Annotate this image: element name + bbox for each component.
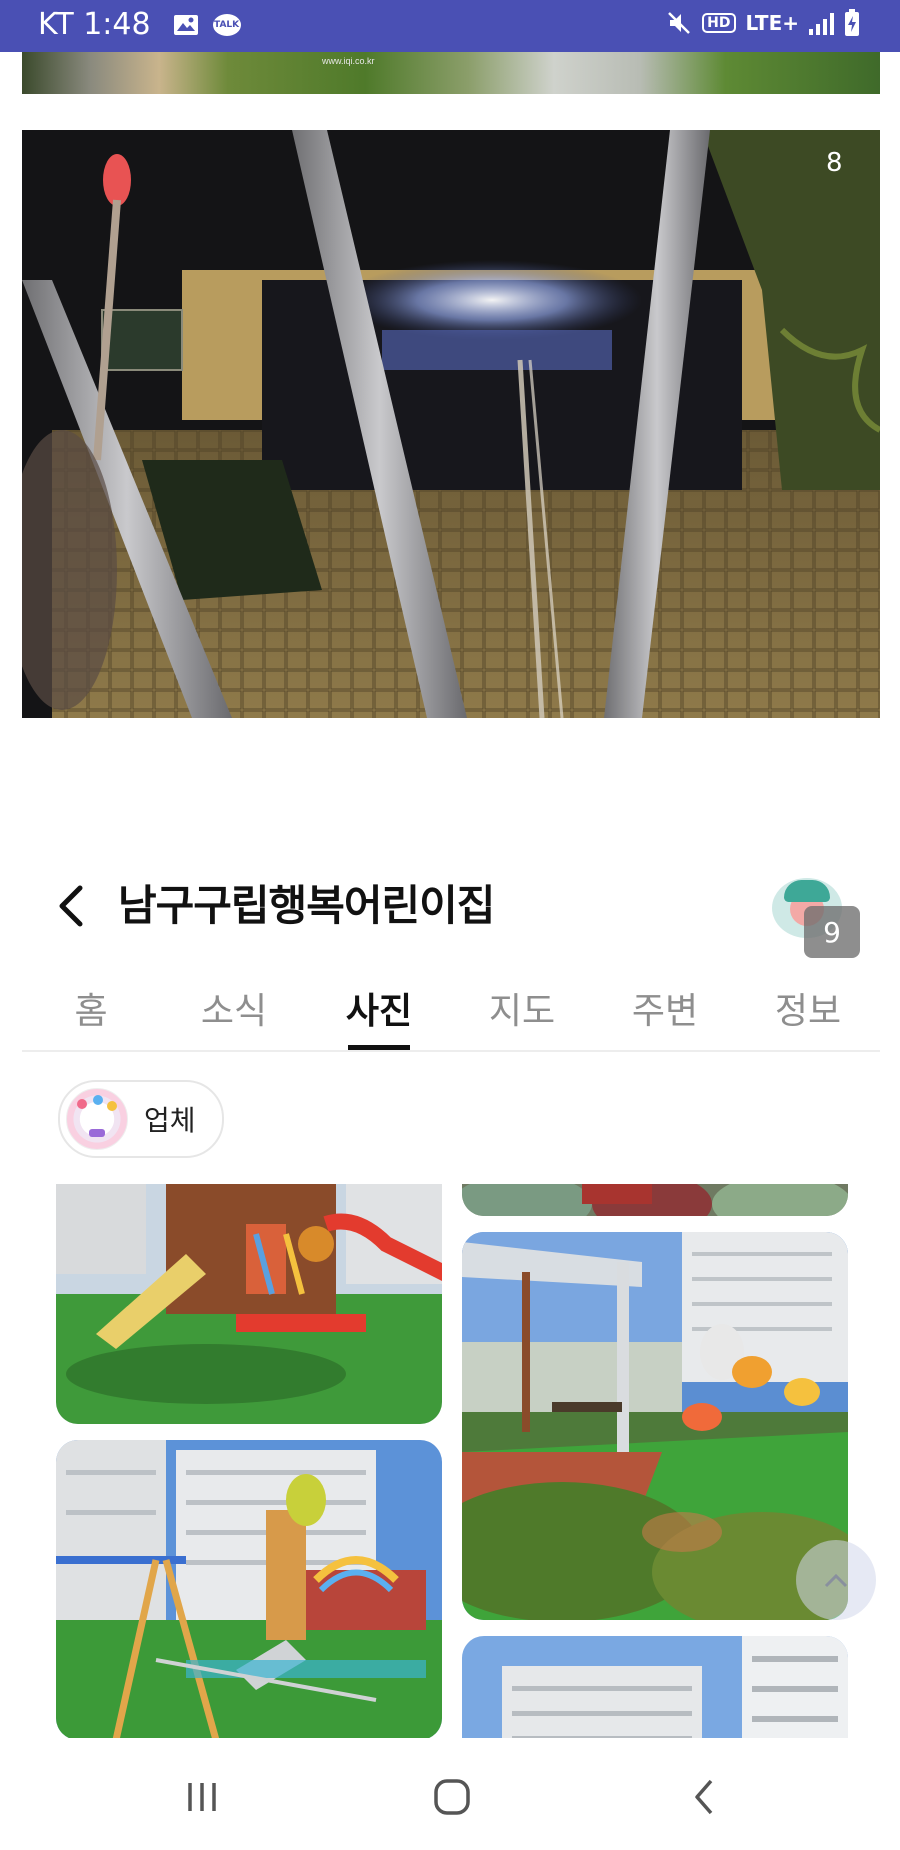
tab-map[interactable]: 지도 — [467, 982, 577, 1034]
tab-info[interactable]: 정보 — [753, 982, 863, 1034]
night-photo[interactable]: 8 — [22, 130, 880, 718]
carrier-time: KT 1:48 — [38, 7, 151, 42]
playground-swings-image — [56, 1440, 442, 1738]
tab-bar: 홈 소식 사진 지도 주변 정보 — [22, 968, 880, 1052]
scroll-top-button[interactable] — [796, 1540, 876, 1620]
home-icon — [434, 1779, 470, 1815]
lte-indicator: LTE+ — [745, 11, 800, 35]
recent-apps-button[interactable] — [172, 1774, 232, 1820]
mute-icon — [668, 12, 691, 34]
gallery-photo-playground-1[interactable] — [56, 1184, 442, 1424]
building-image — [462, 1636, 848, 1738]
avatar-hair — [784, 880, 830, 902]
page-title: 남구구립행복어린이집 — [118, 882, 495, 929]
filter-chip-business[interactable]: 업체 — [58, 1080, 224, 1158]
image-icon — [173, 14, 198, 35]
tab-home[interactable]: 홈 — [36, 982, 146, 1034]
garden-photo[interactable]: www.iqi.co.kr — [22, 52, 880, 94]
photo-gallery — [22, 1184, 880, 1738]
active-tab-indicator — [348, 1045, 410, 1050]
photo-counter: 8 — [826, 148, 843, 178]
playground-image — [56, 1184, 442, 1424]
tab-news[interactable]: 소식 — [179, 982, 289, 1034]
pergola-image — [462, 1232, 848, 1620]
place-panel: 남구구립행복어린이집 9 홈 소식 사진 지도 주변 정보 업체 — [22, 858, 880, 1738]
tab-nearby[interactable]: 주변 — [610, 982, 720, 1034]
photo-watermark: www.iqi.co.kr — [322, 56, 375, 66]
back-button[interactable] — [674, 1774, 734, 1820]
night-photo-image — [22, 130, 880, 718]
status-bar: KT 1:48 TALK HD LTE+ — [0, 0, 900, 52]
gallery-photo-children[interactable] — [462, 1184, 848, 1216]
photo-count-badge: 9 — [804, 906, 860, 958]
system-nav-bar — [0, 1744, 900, 1850]
children-image — [462, 1184, 848, 1216]
filter-chip-label: 업체 — [144, 1105, 196, 1136]
kakaotalk-icon: TALK — [212, 13, 241, 36]
tab-photos[interactable]: 사진 — [324, 982, 434, 1034]
chevron-left-icon[interactable] — [50, 876, 90, 936]
signal-icon — [809, 11, 834, 35]
gallery-photo-pergola[interactable] — [462, 1232, 848, 1620]
gallery-photo-playground-2[interactable] — [56, 1440, 442, 1738]
battery-icon — [845, 9, 859, 36]
panel-header: 남구구립행복어린이집 9 — [22, 858, 880, 958]
business-logo-icon — [66, 1088, 128, 1150]
recent-apps-icon — [188, 1783, 216, 1811]
hd-voice-icon: HD — [702, 13, 736, 33]
home-button[interactable] — [422, 1774, 482, 1820]
back-icon — [695, 1779, 713, 1815]
gallery-photo-building[interactable] — [462, 1636, 848, 1738]
chevron-up-icon — [824, 1573, 848, 1588]
